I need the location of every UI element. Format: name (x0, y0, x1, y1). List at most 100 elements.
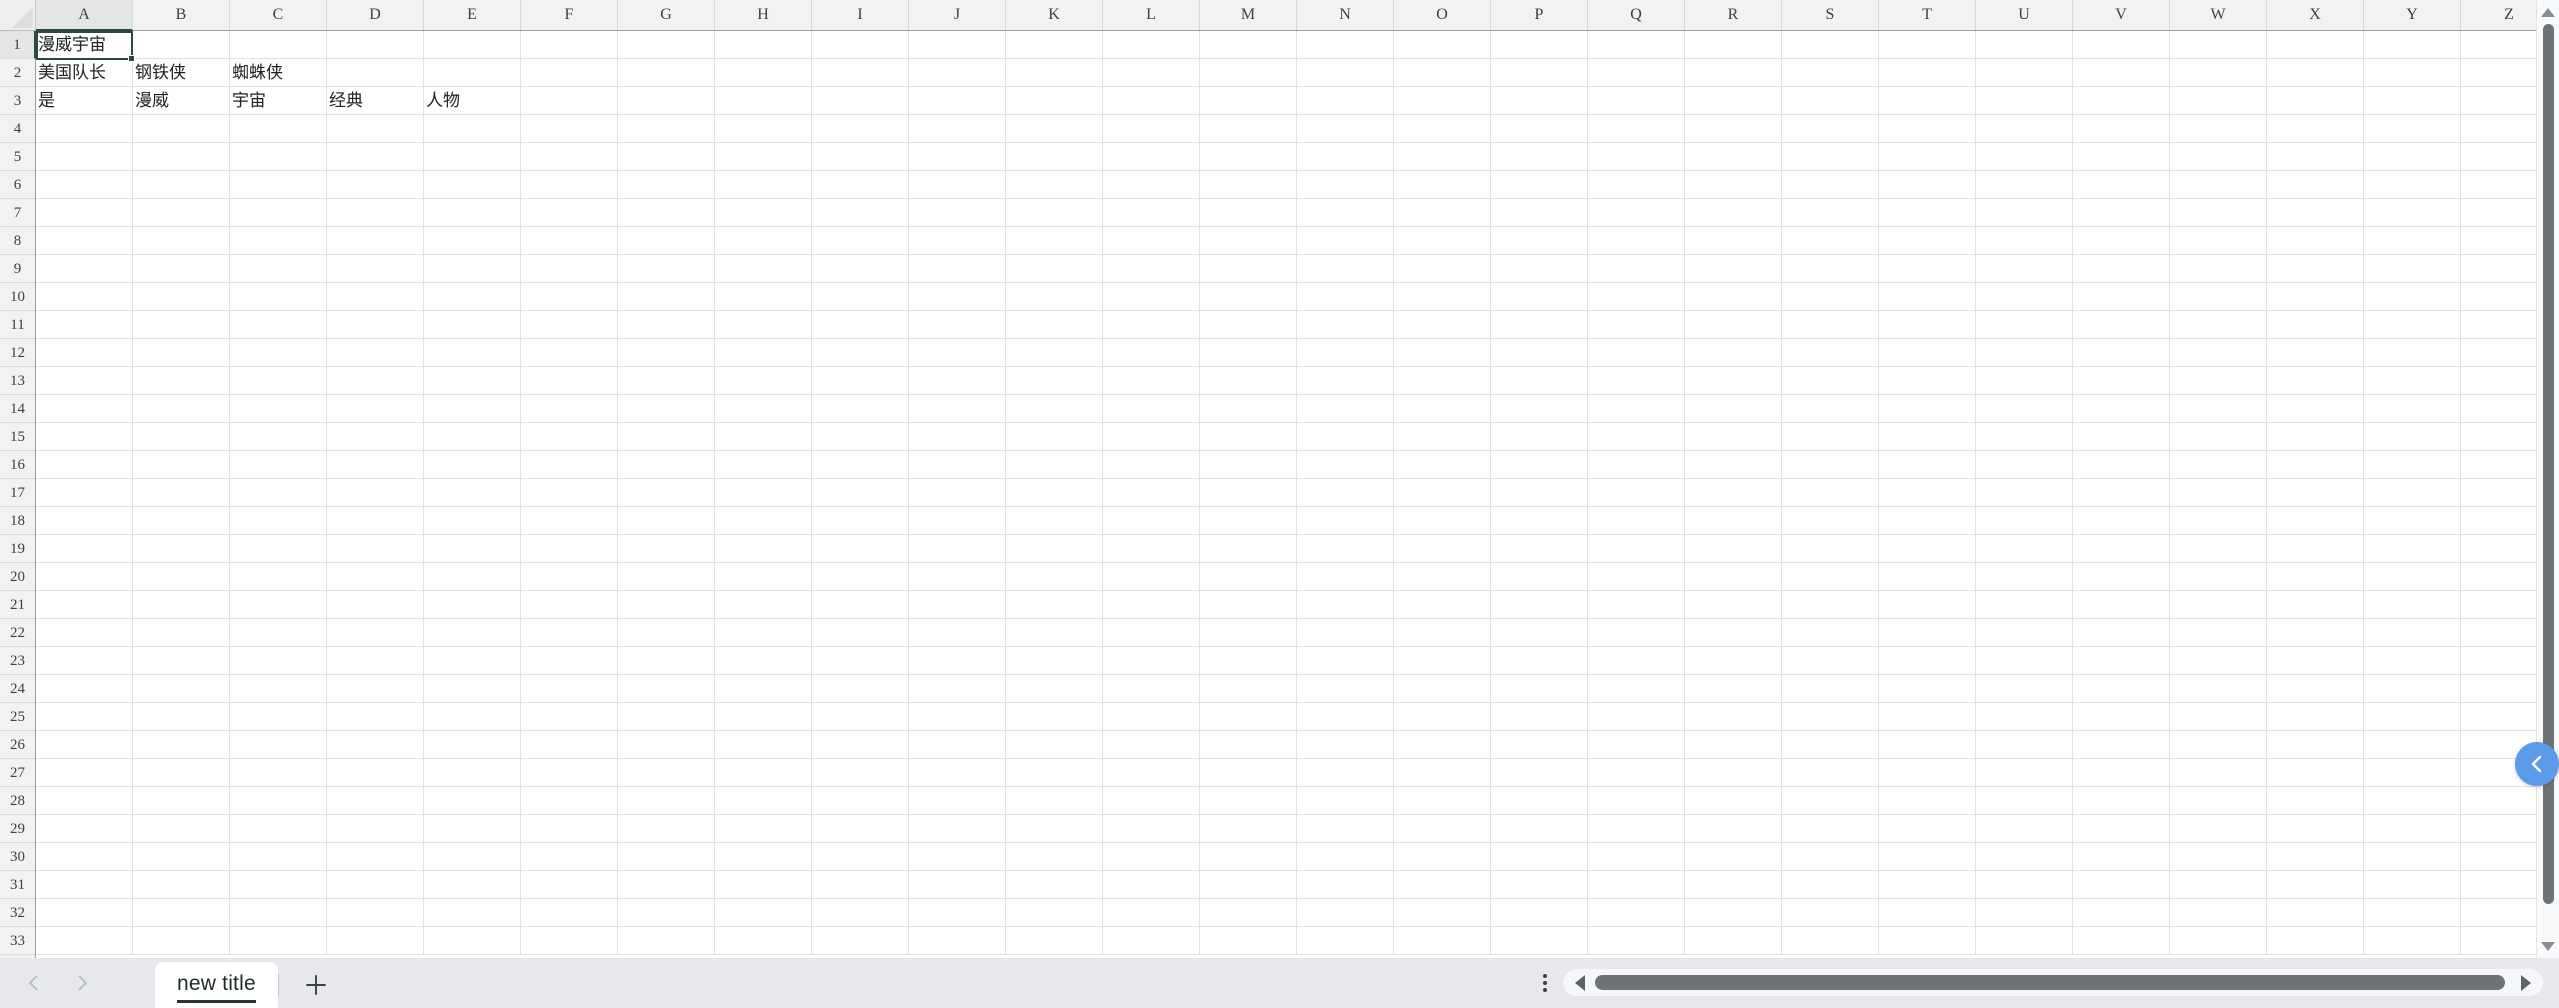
cell-C25[interactable] (230, 703, 327, 731)
cell-J20[interactable] (909, 563, 1006, 591)
cell-H15[interactable] (715, 423, 812, 451)
cell-D5[interactable] (327, 143, 424, 171)
cell-N16[interactable] (1297, 451, 1394, 479)
cell-M29[interactable] (1200, 815, 1297, 843)
cell-T32[interactable] (1879, 899, 1976, 927)
cell-N22[interactable] (1297, 619, 1394, 647)
cell-N15[interactable] (1297, 423, 1394, 451)
cell-X23[interactable] (2267, 647, 2364, 675)
cell-E25[interactable] (424, 703, 521, 731)
cell-B6[interactable] (133, 171, 230, 199)
cell-G1[interactable] (618, 31, 715, 59)
cell-Z3[interactable] (2461, 87, 2536, 115)
cell-H12[interactable] (715, 339, 812, 367)
cell-N26[interactable] (1297, 731, 1394, 759)
cell-R32[interactable] (1685, 899, 1782, 927)
cell-X7[interactable] (2267, 199, 2364, 227)
cell-T11[interactable] (1879, 311, 1976, 339)
cell-K13[interactable] (1006, 367, 1103, 395)
cell-R23[interactable] (1685, 647, 1782, 675)
cell-E18[interactable] (424, 507, 521, 535)
cell-G7[interactable] (618, 199, 715, 227)
cell-M9[interactable] (1200, 255, 1297, 283)
cell-T30[interactable] (1879, 843, 1976, 871)
cell-J31[interactable] (909, 871, 1006, 899)
cell-T5[interactable] (1879, 143, 1976, 171)
cell-F12[interactable] (521, 339, 618, 367)
cell-P25[interactable] (1491, 703, 1588, 731)
cell-M19[interactable] (1200, 535, 1297, 563)
cell-G25[interactable] (618, 703, 715, 731)
cell-Y1[interactable] (2364, 31, 2461, 59)
cell-W31[interactable] (2170, 871, 2267, 899)
cell-W27[interactable] (2170, 759, 2267, 787)
cell-B28[interactable] (133, 787, 230, 815)
cell-Q5[interactable] (1588, 143, 1685, 171)
cell-J19[interactable] (909, 535, 1006, 563)
cell-O25[interactable] (1394, 703, 1491, 731)
cell-G15[interactable] (618, 423, 715, 451)
cell-A6[interactable] (36, 171, 133, 199)
cell-X18[interactable] (2267, 507, 2364, 535)
cell-Q16[interactable] (1588, 451, 1685, 479)
cell-U31[interactable] (1976, 871, 2073, 899)
cell-R27[interactable] (1685, 759, 1782, 787)
cell-L15[interactable] (1103, 423, 1200, 451)
cell-I8[interactable] (812, 227, 909, 255)
cell-C26[interactable] (230, 731, 327, 759)
cell-W30[interactable] (2170, 843, 2267, 871)
cell-Y30[interactable] (2364, 843, 2461, 871)
cell-J25[interactable] (909, 703, 1006, 731)
column-header-r[interactable]: R (1685, 0, 1782, 30)
cell-A13[interactable] (36, 367, 133, 395)
cell-O22[interactable] (1394, 619, 1491, 647)
cell-C22[interactable] (230, 619, 327, 647)
cell-Y11[interactable] (2364, 311, 2461, 339)
cell-I24[interactable] (812, 675, 909, 703)
row-header-14[interactable]: 14 (0, 395, 35, 423)
cell-W20[interactable] (2170, 563, 2267, 591)
cell-L31[interactable] (1103, 871, 1200, 899)
cell-G23[interactable] (618, 647, 715, 675)
row-header-24[interactable]: 24 (0, 675, 35, 703)
cell-P28[interactable] (1491, 787, 1588, 815)
cell-C15[interactable] (230, 423, 327, 451)
cell-O24[interactable] (1394, 675, 1491, 703)
cell-G17[interactable] (618, 479, 715, 507)
add-sheet-button[interactable] (279, 962, 353, 1008)
cell-X31[interactable] (2267, 871, 2364, 899)
cell-F18[interactable] (521, 507, 618, 535)
cell-O7[interactable] (1394, 199, 1491, 227)
cell-Z28[interactable] (2461, 787, 2536, 815)
cell-T2[interactable] (1879, 59, 1976, 87)
cell-F29[interactable] (521, 815, 618, 843)
cell-C23[interactable] (230, 647, 327, 675)
row-header-11[interactable]: 11 (0, 311, 35, 339)
cell-W28[interactable] (2170, 787, 2267, 815)
cell-A29[interactable] (36, 815, 133, 843)
cell-Y12[interactable] (2364, 339, 2461, 367)
cell-H19[interactable] (715, 535, 812, 563)
column-header-w[interactable]: W (2170, 0, 2267, 30)
cell-Q32[interactable] (1588, 899, 1685, 927)
cell-J29[interactable] (909, 815, 1006, 843)
cell-X8[interactable] (2267, 227, 2364, 255)
cell-V9[interactable] (2073, 255, 2170, 283)
cell-R14[interactable] (1685, 395, 1782, 423)
cell-F15[interactable] (521, 423, 618, 451)
cell-P13[interactable] (1491, 367, 1588, 395)
cell-M26[interactable] (1200, 731, 1297, 759)
row-header-21[interactable]: 21 (0, 591, 35, 619)
cell-V14[interactable] (2073, 395, 2170, 423)
cell-F14[interactable] (521, 395, 618, 423)
cell-H32[interactable] (715, 899, 812, 927)
cell-Y7[interactable] (2364, 199, 2461, 227)
cell-F9[interactable] (521, 255, 618, 283)
cell-Z25[interactable] (2461, 703, 2536, 731)
cell-Z14[interactable] (2461, 395, 2536, 423)
cell-C9[interactable] (230, 255, 327, 283)
row-header-28[interactable]: 28 (0, 787, 35, 815)
column-header-b[interactable]: B (133, 0, 230, 30)
cell-N30[interactable] (1297, 843, 1394, 871)
cell-E14[interactable] (424, 395, 521, 423)
